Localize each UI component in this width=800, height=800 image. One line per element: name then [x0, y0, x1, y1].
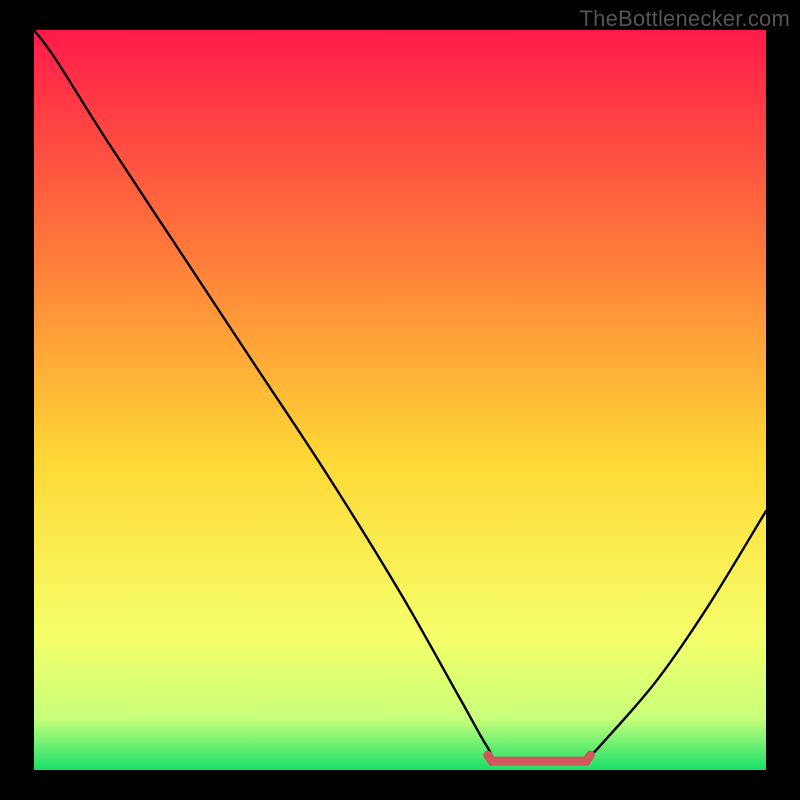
watermark-text: TheBottlenecker.com — [580, 6, 790, 32]
gradient-background — [34, 30, 766, 770]
chart-frame: TheBottlenecker.com — [0, 0, 800, 800]
plot-area — [34, 30, 766, 770]
bottleneck-chart — [34, 30, 766, 770]
